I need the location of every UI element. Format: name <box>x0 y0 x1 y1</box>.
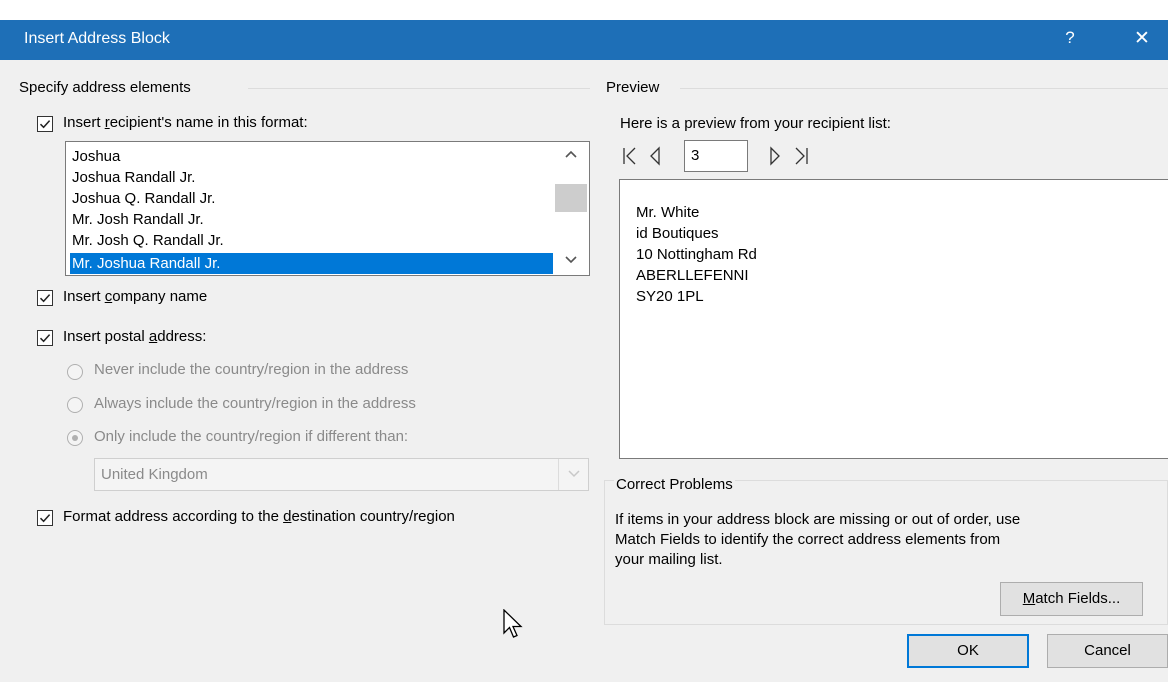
match-fields-button[interactable]: Match Fields... <box>1000 582 1143 616</box>
scroll-up-icon[interactable] <box>565 150 577 158</box>
first-record-icon[interactable] <box>622 146 638 166</box>
scroll-down-icon[interactable] <box>565 256 577 264</box>
list-item[interactable]: Joshua <box>70 146 553 167</box>
record-number-input[interactable]: 3 <box>684 140 748 172</box>
specify-group-label: Specify address elements <box>19 79 191 96</box>
preview-line: ABERLLEFENNI <box>636 267 749 284</box>
list-item[interactable]: Mr. Josh Q. Randall Jr. <box>70 230 553 251</box>
list-item[interactable]: Mr. Josh Randall Jr. <box>70 209 553 230</box>
preview-line: Mr. White <box>636 204 700 221</box>
list-item-selected[interactable]: Mr. Joshua Randall Jr. <box>70 253 553 274</box>
list-item[interactable]: Joshua Randall Jr. <box>70 167 553 188</box>
address-preview-box: Mr. White id Boutiques 10 Nottingham Rd … <box>619 179 1168 459</box>
recipient-name-label[interactable]: Insert recipient's name in this format: <box>63 114 308 131</box>
company-checkbox[interactable] <box>37 290 53 306</box>
correct-problems-label: Correct Problems <box>614 476 735 493</box>
preview-line: id Boutiques <box>636 225 719 242</box>
dialog-title: Insert Address Block <box>24 30 170 47</box>
list-scrollbar[interactable] <box>555 142 587 275</box>
never-include-radio[interactable] <box>67 364 83 380</box>
never-include-label[interactable]: Never include the country/region in the … <box>94 361 408 378</box>
cancel-button[interactable]: Cancel <box>1047 634 1168 668</box>
recipient-name-checkbox[interactable] <box>37 116 53 132</box>
correct-text-line: Match Fields to identify the correct add… <box>615 531 1001 548</box>
preview-group-divider <box>680 88 1168 89</box>
title-bar-bg <box>0 20 1168 60</box>
close-icon[interactable]: ✕ <box>1130 27 1154 50</box>
postal-address-label[interactable]: Insert postal address: <box>63 328 206 345</box>
correct-problems-text: If items in your address block are missi… <box>615 510 1020 570</box>
only-if-different-label[interactable]: Only include the country/region if diffe… <box>94 428 408 445</box>
scroll-thumb[interactable] <box>555 184 587 212</box>
preview-line: 10 Nottingham Rd <box>636 246 757 263</box>
radio-selected-dot <box>72 435 78 441</box>
list-item[interactable]: Joshua Q. Randall Jr. <box>70 188 553 209</box>
checkmark-icon <box>39 120 51 129</box>
preview-line: SY20 1PL <box>636 288 704 305</box>
format-destination-label[interactable]: Format address according to the destinat… <box>63 508 455 525</box>
mouse-cursor-icon <box>503 609 523 638</box>
name-format-list[interactable]: Joshua Joshua Randall Jr. Joshua Q. Rand… <box>65 141 590 276</box>
always-include-radio[interactable] <box>67 397 83 413</box>
country-dropdown[interactable]: United Kingdom <box>94 458 589 491</box>
correct-text-line: If items in your address block are missi… <box>615 511 1021 528</box>
only-if-different-radio[interactable] <box>67 430 83 446</box>
company-label[interactable]: Insert company name <box>63 288 207 305</box>
help-icon[interactable]: ? <box>1058 28 1082 48</box>
specify-group-divider <box>248 88 590 89</box>
previous-record-icon[interactable] <box>648 146 662 166</box>
checkmark-icon <box>39 294 51 303</box>
dropdown-arrow[interactable] <box>558 459 589 490</box>
correct-text-line: your mailing list. <box>615 551 723 568</box>
preview-address: Mr. White id Boutiques 10 Nottingham Rd … <box>636 202 757 307</box>
top-margin <box>0 0 1168 20</box>
format-destination-checkbox[interactable] <box>37 510 53 526</box>
checkmark-icon <box>39 334 51 343</box>
preview-intro: Here is a preview from your recipient li… <box>620 115 891 132</box>
last-record-icon[interactable] <box>793 146 809 166</box>
next-record-icon[interactable] <box>768 146 782 166</box>
country-value: United Kingdom <box>101 466 208 483</box>
always-include-label[interactable]: Always include the country/region in the… <box>94 395 416 412</box>
postal-address-checkbox[interactable] <box>37 330 53 346</box>
preview-group-label: Preview <box>606 79 660 96</box>
checkmark-icon <box>39 514 51 523</box>
ok-button[interactable]: OK <box>907 634 1029 668</box>
chevron-down-icon <box>568 470 580 478</box>
